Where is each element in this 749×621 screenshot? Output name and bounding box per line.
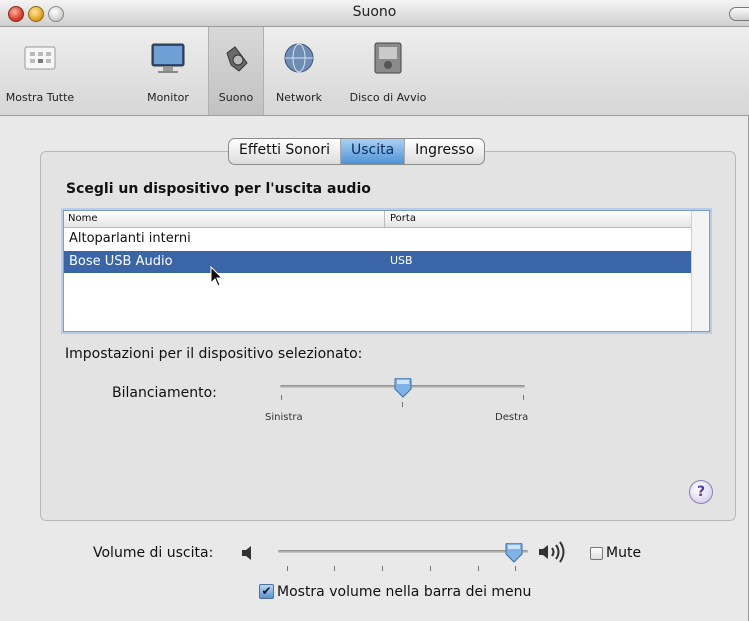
toolbar-item-disco-di-avvio[interactable]: Disco di Avvio [336,27,440,115]
window-title: Suono [352,4,397,20]
tab-uscita[interactable]: Uscita [340,139,406,164]
show-volume-in-menu-label[interactable]: Mostra volume nella barra dei menu [277,584,531,600]
network-globe-icon [284,43,314,73]
tab-bar: Effetti Sonori Uscita Ingresso [228,138,486,165]
slider-tick [287,566,288,571]
table-header: Nome Porta [64,211,691,228]
slider-tick [281,395,282,400]
content-pane [40,151,736,521]
output-volume-label: Volume di uscita: [93,545,214,561]
speaker-icon [226,46,248,72]
toolbar-item-label: Suono [218,91,254,104]
volume-high-icon[interactable] [537,540,573,564]
balance-slider-thumb[interactable] [394,378,412,398]
section-title: Scegli un dispositivo per l'uscita audio [66,181,371,197]
column-divider [384,211,385,227]
monitor-icon [151,43,185,73]
slider-tick [515,566,516,571]
balance-right-label: Destra [495,412,529,423]
mute-checkbox[interactable] [590,547,603,560]
device-name: Bose USB Audio [69,254,173,269]
column-header-nome[interactable]: Nome [68,213,98,224]
toolbar-item-label: Monitor [147,91,189,104]
slider-tick [430,566,431,571]
vertical-scrollbar[interactable] [691,211,709,331]
show-volume-in-menu-checkbox[interactable]: ✔ [259,584,274,599]
toolbar: Mostra Tutte Monitor Suono Network Disco… [0,27,749,116]
slider-tick [334,566,335,571]
balance-label: Bilanciamento: [112,385,217,401]
preferences-window: Suono Mostra Tutte Monitor Suono Network… [0,0,749,621]
mouse-cursor-icon [210,266,224,287]
device-port: USB [390,254,413,267]
slider-tick [523,395,524,400]
slider-tick [382,566,383,571]
column-header-porta[interactable]: Porta [390,213,416,224]
tab-effetti-sonori[interactable]: Effetti Sonori [229,139,341,164]
device-settings-label: Impostazioni per il dispositivo selezion… [65,346,363,362]
title-bar[interactable]: Suono [0,0,749,27]
slider-tick [402,402,403,407]
toolbar-item-mostra-tutte[interactable]: Mostra Tutte [0,27,80,115]
toolbar-item-monitor[interactable]: Monitor [132,27,204,115]
volume-slider-thumb[interactable] [505,543,523,563]
disk-icon [374,42,402,74]
toolbar-item-label: Disco di Avvio [349,91,427,104]
table-row[interactable]: Altoparlanti interni [64,228,691,250]
slider-tick [478,566,479,571]
device-name: Altoparlanti interni [69,231,191,246]
tab-ingresso[interactable]: Ingresso [405,139,484,164]
mute-label[interactable]: Mute [606,545,641,561]
toolbar-item-label: Network [276,91,322,104]
toolbar-item-network[interactable]: Network [266,27,332,115]
volume-slider-track[interactable] [278,550,528,553]
toolbar-toggle-button[interactable] [729,7,749,21]
help-button[interactable]: ? [689,480,713,504]
balance-left-label: Sinistra [265,412,303,423]
volume-low-icon[interactable] [240,545,258,561]
table-row-selected[interactable]: Bose USB Audio USB [64,251,691,273]
grid-icon [24,46,56,70]
device-table[interactable]: Nome Porta Altoparlanti interni Bose USB… [63,210,710,332]
toolbar-item-suono[interactable]: Suono [208,27,264,115]
toolbar-item-label: Mostra Tutte [5,91,75,104]
